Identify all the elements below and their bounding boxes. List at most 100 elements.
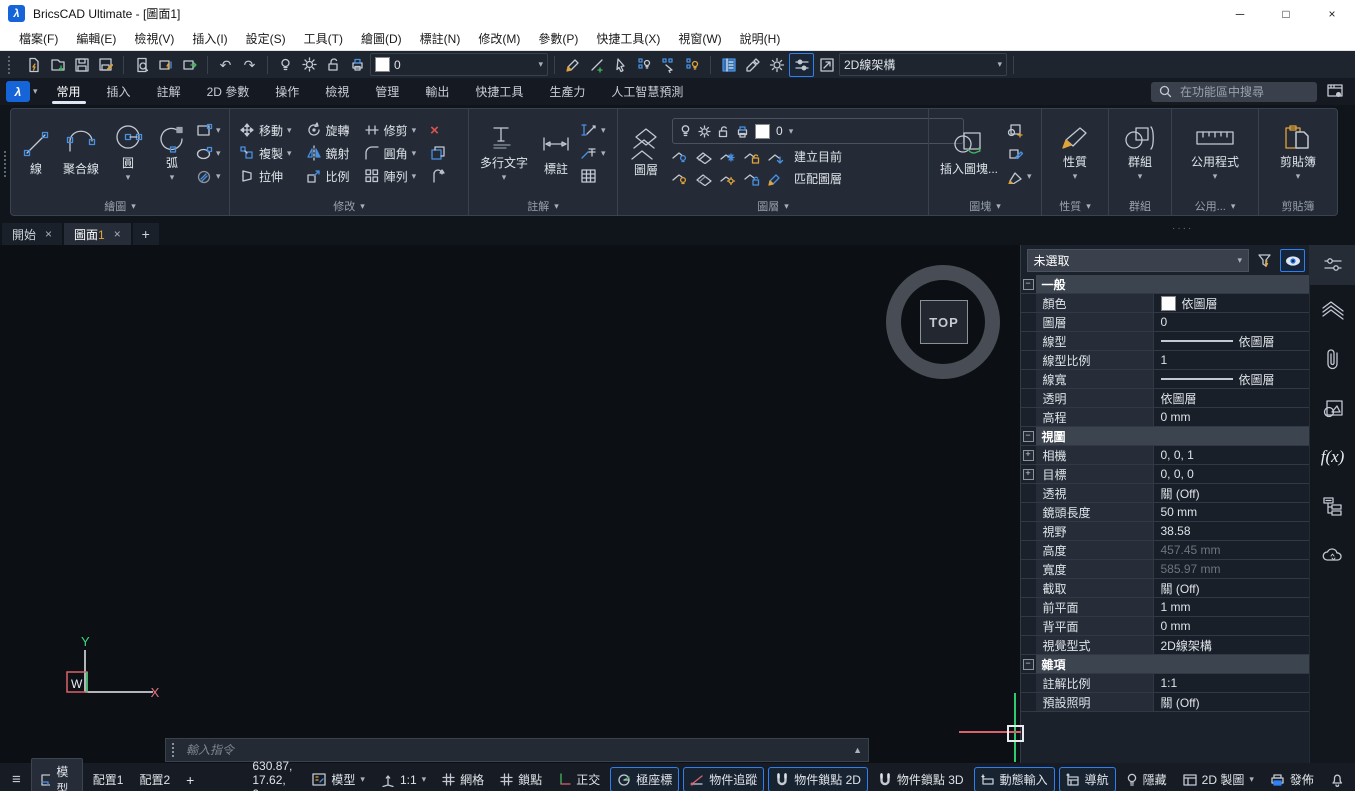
groups-group-label[interactable]: 群組 xyxy=(1109,197,1171,215)
scale-button[interactable]: 比例 xyxy=(304,167,352,186)
publish-button[interactable]: 發佈 xyxy=(1264,768,1320,791)
layer-thaw-icon[interactable] xyxy=(298,54,321,76)
strip-fields-button[interactable]: f(x) xyxy=(1310,432,1355,481)
match-layer-icon[interactable] xyxy=(768,172,784,186)
model-space-tab[interactable]: 模型 xyxy=(30,757,83,791)
strip-render-button[interactable] xyxy=(1310,383,1355,432)
fullscreen-button[interactable] xyxy=(815,54,838,76)
quick-select-eye-button[interactable] xyxy=(1280,249,1306,272)
command-input[interactable] xyxy=(184,742,848,758)
page-setup-button[interactable] xyxy=(154,54,177,76)
doc-tab-start[interactable]: 開始 × xyxy=(2,223,63,245)
new-tab-button[interactable]: + xyxy=(132,223,159,245)
layout2-tab[interactable]: 配置2 xyxy=(133,768,176,791)
leader-icon[interactable] xyxy=(580,146,598,160)
layer-isolate-icon[interactable] xyxy=(696,150,712,164)
section-header-general[interactable]: − 一般 xyxy=(1020,275,1310,294)
match-layer-button[interactable]: 匹配圖層 xyxy=(792,169,844,188)
prop-row-lens-length[interactable]: 鏡頭長度 50 mm xyxy=(1020,503,1310,522)
tab-manage[interactable]: 管理 xyxy=(362,78,412,105)
maximize-button[interactable]: □ xyxy=(1263,0,1309,27)
status-menu-icon[interactable]: ≡ xyxy=(6,771,27,788)
prop-row-camera[interactable]: + 相機 0, 0, 1 xyxy=(1020,446,1310,465)
tab-express[interactable]: 快捷工具 xyxy=(462,78,536,105)
ellipse-icon[interactable] xyxy=(196,146,213,161)
ribbon-layer-dropdown[interactable]: 0 ▾ xyxy=(672,118,964,144)
annotate-group-label[interactable]: 註解 ▾ xyxy=(469,197,617,215)
clipboard-button[interactable]: 剪貼簿 ▾ xyxy=(1276,124,1320,182)
block-edit-icon[interactable] xyxy=(1007,146,1024,161)
navigation-toggle[interactable]: 導航 xyxy=(1058,767,1116,791)
layers-button[interactable]: 圖層 xyxy=(625,128,667,178)
block-stamp-icon[interactable] xyxy=(1007,169,1024,184)
layer-make-current-icon[interactable] xyxy=(768,150,784,164)
expand-icon[interactable]: + xyxy=(1022,468,1034,480)
layout1-tab[interactable]: 配置1 xyxy=(87,768,130,791)
close-tab-icon[interactable]: × xyxy=(45,227,52,241)
ribbon-search[interactable] xyxy=(1151,81,1317,102)
doc-tab-drawing1[interactable]: 圖面1 × xyxy=(64,223,131,245)
menu-window[interactable]: 視窗(W) xyxy=(669,30,730,47)
ribbon-search-input[interactable] xyxy=(1178,83,1292,100)
printer-icon[interactable] xyxy=(346,54,369,76)
insert-block-button[interactable]: 插入圖塊... xyxy=(936,129,1002,177)
save-button[interactable] xyxy=(70,54,93,76)
circle-flyout-chevron-icon[interactable]: ▾ xyxy=(126,172,131,183)
block-create-icon[interactable] xyxy=(1007,123,1024,138)
layer-lock-icon[interactable] xyxy=(744,150,760,164)
dimension-button[interactable]: 標註 xyxy=(537,129,575,177)
esnap-3d-toggle[interactable]: 物件鎖點 3D xyxy=(872,768,970,791)
close-tab-icon[interactable]: × xyxy=(114,227,121,241)
tab-manipulate[interactable]: 操作 xyxy=(262,78,312,105)
save-as-button[interactable] xyxy=(94,54,117,76)
offset-button[interactable] xyxy=(428,144,448,163)
prop-row-clipping[interactable]: 截取關 (Off) xyxy=(1020,579,1310,598)
menu-file[interactable]: 檔案(F) xyxy=(10,30,67,47)
prop-row-target[interactable]: + 目標 0, 0, 0 xyxy=(1020,465,1310,484)
layer-dropdown[interactable]: 0 ▾ xyxy=(370,53,548,76)
snap-toggle[interactable]: 鎖點 xyxy=(494,768,548,791)
prop-row-width[interactable]: 寬度 585.97 mm xyxy=(1020,560,1310,579)
property-filter-button[interactable] xyxy=(1253,250,1276,271)
fillet-button[interactable]: 圓角 ▾ xyxy=(362,144,419,163)
quick-settings-button[interactable] xyxy=(789,52,814,77)
prop-row-layer[interactable]: 圖層 0 xyxy=(1020,313,1310,332)
layer-unlock2-icon[interactable] xyxy=(744,172,760,186)
prop-row-linetype-scale[interactable]: 線型比例 1 xyxy=(1020,351,1310,370)
prop-row-fov[interactable]: 視野 38.58 xyxy=(1020,522,1310,541)
layer-on-all-icon[interactable] xyxy=(672,172,688,186)
prop-row-transparency[interactable]: 透明 依圖層 xyxy=(1020,389,1310,408)
tab-2d-parametric[interactable]: 2D 參數 xyxy=(194,78,263,105)
mtext-button[interactable]: 多行文字 ▾ xyxy=(476,123,532,183)
annotation-scale-selector[interactable]: 1:1 ▾ xyxy=(375,770,432,790)
menu-tools[interactable]: 工具(T) xyxy=(295,30,352,47)
isolate-objects-button[interactable] xyxy=(633,54,656,76)
array-button[interactable]: 陣列 ▾ xyxy=(362,167,419,186)
ribbon-logo-button[interactable]: λ xyxy=(6,81,30,102)
layer-unlock-icon[interactable] xyxy=(322,54,345,76)
table-icon[interactable] xyxy=(580,169,598,183)
tab-insert[interactable]: 插入 xyxy=(94,78,144,105)
section-header-view[interactable]: − 視圖 xyxy=(1020,427,1310,446)
prop-row-lineweight[interactable]: 線寬 依圖層 xyxy=(1020,370,1310,389)
menu-parametric[interactable]: 參數(P) xyxy=(529,30,587,47)
strip-cloud-button[interactable] xyxy=(1310,530,1355,579)
rectangle-icon[interactable] xyxy=(196,123,213,138)
strip-structure-button[interactable] xyxy=(1310,481,1355,530)
redo-button[interactable]: ↷ xyxy=(238,54,261,76)
strip-layers-button[interactable] xyxy=(1310,285,1355,334)
make-current-button[interactable]: 建立目前 xyxy=(792,147,844,166)
draw-group-label[interactable]: 繪圖 ▾ xyxy=(11,197,229,215)
prop-row-back-plane[interactable]: 背平面 0 mm xyxy=(1020,617,1310,636)
polyline-edit-button[interactable] xyxy=(428,167,448,186)
add-layout-button[interactable]: + xyxy=(180,769,200,791)
toolbar-grip[interactable] xyxy=(8,55,15,74)
utilities-button[interactable]: 公用程式 ▾ xyxy=(1187,124,1243,182)
ribbon-config-icon[interactable] xyxy=(1327,83,1345,101)
export-button[interactable] xyxy=(178,54,201,76)
menu-draw[interactable]: 繪圖(D) xyxy=(352,30,411,47)
strip-properties-button[interactable] xyxy=(1310,245,1355,285)
open-file-button[interactable] xyxy=(46,54,69,76)
prop-row-annotation-scale[interactable]: 註解比例 1:1 xyxy=(1020,674,1310,693)
prop-row-linetype[interactable]: 線型 依圖層 xyxy=(1020,332,1310,351)
